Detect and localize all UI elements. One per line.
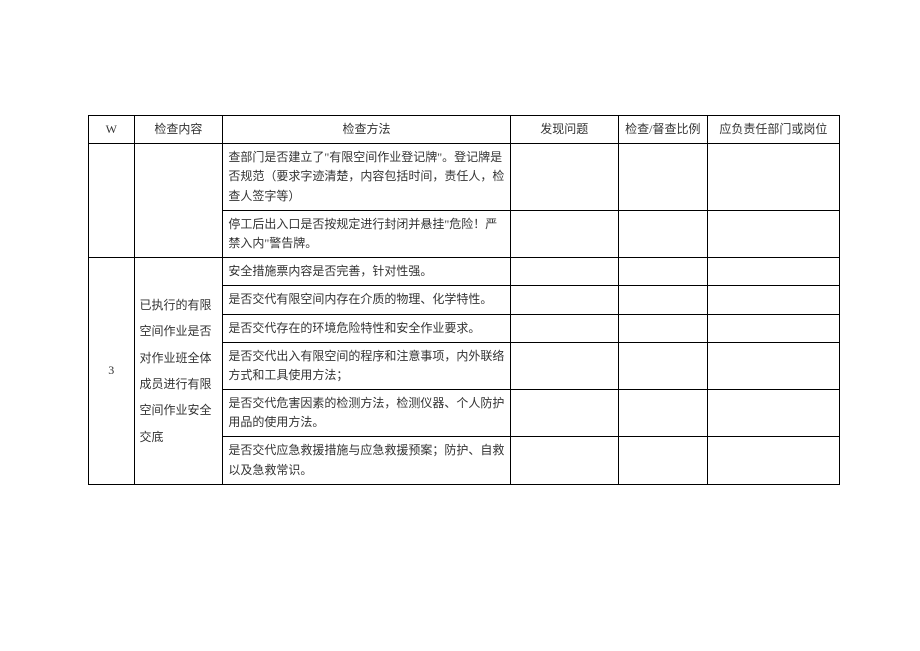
cell-dept xyxy=(707,390,839,437)
inspection-table: W 检查内容 检查方法 发现问题 检查/督查比例 应负责任部门或岗位 查部门是否… xyxy=(88,115,840,485)
header-ratio: 检查/督查比例 xyxy=(618,116,707,144)
header-found: 发现问题 xyxy=(510,116,618,144)
header-dept: 应负责任部门或岗位 xyxy=(707,116,839,144)
cell-num: 3 xyxy=(89,258,135,485)
cell-found xyxy=(510,314,618,342)
cell-content: 已执行的有限空间作业是否对作业班全体成员进行有限空间作业安全交底 xyxy=(134,258,223,485)
cell-found xyxy=(510,258,618,286)
cell-dept xyxy=(707,342,839,389)
cell-dept xyxy=(707,258,839,286)
cell-found xyxy=(510,286,618,314)
cell-method: 是否交代有限空间内存在介质的物理、化学特性。 xyxy=(223,286,510,314)
cell-method: 安全措施票内容是否完善，针对性强。 xyxy=(223,258,510,286)
cell-found xyxy=(510,342,618,389)
cell-ratio xyxy=(618,342,707,389)
cell-method: 是否交代出入有限空间的程序和注意事项，内外联络方式和工具使用方法； xyxy=(223,342,510,389)
header-method: 检查方法 xyxy=(223,116,510,144)
table-row: 查部门是否建立了"有限空间作业登记牌"。登记牌是否规范（要求字迹清楚，内容包括时… xyxy=(89,144,840,211)
cell-dept xyxy=(707,144,839,211)
header-content: 检查内容 xyxy=(134,116,223,144)
cell-content xyxy=(134,144,223,258)
cell-ratio xyxy=(618,144,707,211)
cell-dept xyxy=(707,437,839,484)
cell-ratio xyxy=(618,437,707,484)
cell-ratio xyxy=(618,210,707,257)
cell-ratio xyxy=(618,314,707,342)
cell-num xyxy=(89,144,135,258)
cell-ratio xyxy=(618,390,707,437)
cell-ratio xyxy=(618,258,707,286)
cell-found xyxy=(510,437,618,484)
cell-method: 是否交代危害因素的检测方法，检测仪器、个人防护用品的使用方法。 xyxy=(223,390,510,437)
cell-method: 是否交代存在的环境危险特性和安全作业要求。 xyxy=(223,314,510,342)
header-num: W xyxy=(89,116,135,144)
cell-found xyxy=(510,390,618,437)
cell-method: 是否交代应急救援措施与应急救援预案；防护、自救以及急救常识。 xyxy=(223,437,510,484)
cell-method: 查部门是否建立了"有限空间作业登记牌"。登记牌是否规范（要求字迹清楚，内容包括时… xyxy=(223,144,510,211)
cell-dept xyxy=(707,210,839,257)
cell-found xyxy=(510,144,618,211)
cell-ratio xyxy=(618,286,707,314)
table-header-row: W 检查内容 检查方法 发现问题 检查/督查比例 应负责任部门或岗位 xyxy=(89,116,840,144)
cell-dept xyxy=(707,314,839,342)
cell-found xyxy=(510,210,618,257)
table-row: 3 已执行的有限空间作业是否对作业班全体成员进行有限空间作业安全交底 安全措施票… xyxy=(89,258,840,286)
cell-method: 停工后出入口是否按规定进行封闭并悬挂"危险！严禁入内"警告牌。 xyxy=(223,210,510,257)
cell-dept xyxy=(707,286,839,314)
